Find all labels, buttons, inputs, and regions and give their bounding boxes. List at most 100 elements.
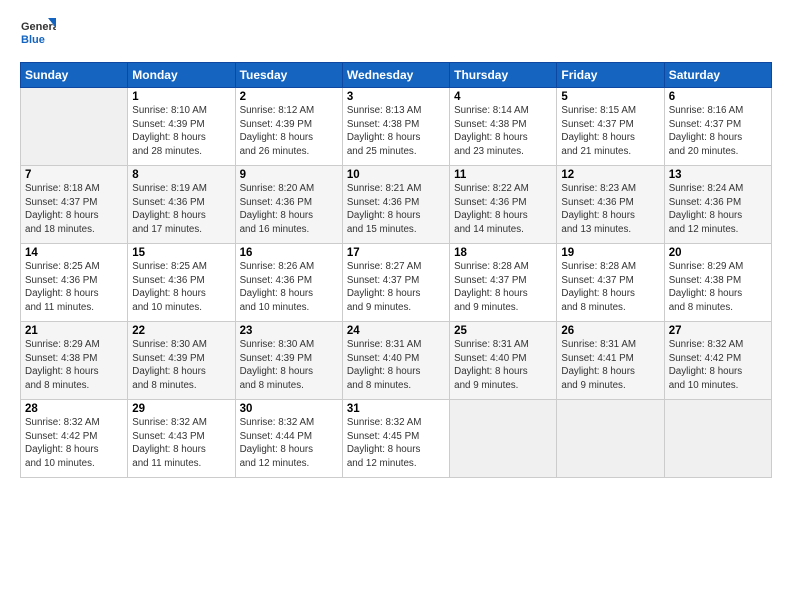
calendar-cell: 12Sunrise: 8:23 AMSunset: 4:36 PMDayligh… — [557, 166, 664, 244]
day-number: 23 — [240, 325, 338, 337]
day-info: Sunrise: 8:30 AMSunset: 4:39 PMDaylight:… — [132, 338, 230, 393]
calendar-cell: 23Sunrise: 8:30 AMSunset: 4:39 PMDayligh… — [235, 322, 342, 400]
calendar-week-1: 1Sunrise: 8:10 AMSunset: 4:39 PMDaylight… — [21, 88, 772, 166]
calendar-cell: 27Sunrise: 8:32 AMSunset: 4:42 PMDayligh… — [664, 322, 771, 400]
calendar-header-row: SundayMondayTuesdayWednesdayThursdayFrid… — [21, 63, 772, 88]
day-info: Sunrise: 8:24 AMSunset: 4:36 PMDaylight:… — [669, 182, 767, 237]
calendar-cell: 1Sunrise: 8:10 AMSunset: 4:39 PMDaylight… — [128, 88, 235, 166]
calendar-cell: 20Sunrise: 8:29 AMSunset: 4:38 PMDayligh… — [664, 244, 771, 322]
day-number: 31 — [347, 403, 445, 415]
header-day-thursday: Thursday — [450, 63, 557, 88]
calendar-cell: 16Sunrise: 8:26 AMSunset: 4:36 PMDayligh… — [235, 244, 342, 322]
calendar-cell: 9Sunrise: 8:20 AMSunset: 4:36 PMDaylight… — [235, 166, 342, 244]
day-info: Sunrise: 8:12 AMSunset: 4:39 PMDaylight:… — [240, 104, 338, 159]
day-number: 2 — [240, 91, 338, 103]
day-number: 5 — [561, 91, 659, 103]
day-number: 20 — [669, 247, 767, 259]
day-number: 19 — [561, 247, 659, 259]
day-number: 7 — [25, 169, 123, 181]
day-info: Sunrise: 8:31 AMSunset: 4:41 PMDaylight:… — [561, 338, 659, 393]
header: General Blue — [20, 16, 772, 52]
header-day-wednesday: Wednesday — [342, 63, 449, 88]
day-number: 21 — [25, 325, 123, 337]
day-number: 12 — [561, 169, 659, 181]
day-number: 9 — [240, 169, 338, 181]
day-info: Sunrise: 8:27 AMSunset: 4:37 PMDaylight:… — [347, 260, 445, 315]
day-info: Sunrise: 8:14 AMSunset: 4:38 PMDaylight:… — [454, 104, 552, 159]
calendar-week-3: 14Sunrise: 8:25 AMSunset: 4:36 PMDayligh… — [21, 244, 772, 322]
day-info: Sunrise: 8:31 AMSunset: 4:40 PMDaylight:… — [347, 338, 445, 393]
calendar-cell: 4Sunrise: 8:14 AMSunset: 4:38 PMDaylight… — [450, 88, 557, 166]
day-number: 28 — [25, 403, 123, 415]
calendar-cell: 10Sunrise: 8:21 AMSunset: 4:36 PMDayligh… — [342, 166, 449, 244]
day-number: 17 — [347, 247, 445, 259]
day-info: Sunrise: 8:25 AMSunset: 4:36 PMDaylight:… — [25, 260, 123, 315]
calendar-cell: 14Sunrise: 8:25 AMSunset: 4:36 PMDayligh… — [21, 244, 128, 322]
header-day-sunday: Sunday — [21, 63, 128, 88]
calendar-week-2: 7Sunrise: 8:18 AMSunset: 4:37 PMDaylight… — [21, 166, 772, 244]
calendar-cell: 17Sunrise: 8:27 AMSunset: 4:37 PMDayligh… — [342, 244, 449, 322]
calendar-cell: 18Sunrise: 8:28 AMSunset: 4:37 PMDayligh… — [450, 244, 557, 322]
day-info: Sunrise: 8:32 AMSunset: 4:44 PMDaylight:… — [240, 416, 338, 471]
day-info: Sunrise: 8:19 AMSunset: 4:36 PMDaylight:… — [132, 182, 230, 237]
day-info: Sunrise: 8:16 AMSunset: 4:37 PMDaylight:… — [669, 104, 767, 159]
day-info: Sunrise: 8:25 AMSunset: 4:36 PMDaylight:… — [132, 260, 230, 315]
day-info: Sunrise: 8:28 AMSunset: 4:37 PMDaylight:… — [454, 260, 552, 315]
day-number: 27 — [669, 325, 767, 337]
calendar-week-5: 28Sunrise: 8:32 AMSunset: 4:42 PMDayligh… — [21, 400, 772, 478]
day-info: Sunrise: 8:28 AMSunset: 4:37 PMDaylight:… — [561, 260, 659, 315]
day-info: Sunrise: 8:32 AMSunset: 4:42 PMDaylight:… — [669, 338, 767, 393]
day-number: 18 — [454, 247, 552, 259]
calendar-cell: 13Sunrise: 8:24 AMSunset: 4:36 PMDayligh… — [664, 166, 771, 244]
day-info: Sunrise: 8:26 AMSunset: 4:36 PMDaylight:… — [240, 260, 338, 315]
day-number: 1 — [132, 91, 230, 103]
day-info: Sunrise: 8:23 AMSunset: 4:36 PMDaylight:… — [561, 182, 659, 237]
header-day-monday: Monday — [128, 63, 235, 88]
day-info: Sunrise: 8:22 AMSunset: 4:36 PMDaylight:… — [454, 182, 552, 237]
calendar-cell: 31Sunrise: 8:32 AMSunset: 4:45 PMDayligh… — [342, 400, 449, 478]
svg-text:Blue: Blue — [21, 34, 45, 46]
day-number: 4 — [454, 91, 552, 103]
day-info: Sunrise: 8:32 AMSunset: 4:43 PMDaylight:… — [132, 416, 230, 471]
day-number: 30 — [240, 403, 338, 415]
day-number: 25 — [454, 325, 552, 337]
day-info: Sunrise: 8:32 AMSunset: 4:42 PMDaylight:… — [25, 416, 123, 471]
page: General Blue SundayMondayTuesdayWednesda… — [0, 0, 792, 612]
calendar-cell: 22Sunrise: 8:30 AMSunset: 4:39 PMDayligh… — [128, 322, 235, 400]
day-number: 24 — [347, 325, 445, 337]
day-info: Sunrise: 8:29 AMSunset: 4:38 PMDaylight:… — [669, 260, 767, 315]
day-number: 29 — [132, 403, 230, 415]
calendar-cell: 11Sunrise: 8:22 AMSunset: 4:36 PMDayligh… — [450, 166, 557, 244]
calendar-cell: 8Sunrise: 8:19 AMSunset: 4:36 PMDaylight… — [128, 166, 235, 244]
day-number: 26 — [561, 325, 659, 337]
calendar-cell: 26Sunrise: 8:31 AMSunset: 4:41 PMDayligh… — [557, 322, 664, 400]
day-number: 13 — [669, 169, 767, 181]
calendar-cell: 25Sunrise: 8:31 AMSunset: 4:40 PMDayligh… — [450, 322, 557, 400]
logo: General Blue — [20, 16, 56, 52]
calendar-week-4: 21Sunrise: 8:29 AMSunset: 4:38 PMDayligh… — [21, 322, 772, 400]
svg-text:General: General — [21, 21, 56, 33]
day-number: 14 — [25, 247, 123, 259]
day-info: Sunrise: 8:10 AMSunset: 4:39 PMDaylight:… — [132, 104, 230, 159]
day-info: Sunrise: 8:18 AMSunset: 4:37 PMDaylight:… — [25, 182, 123, 237]
day-info: Sunrise: 8:21 AMSunset: 4:36 PMDaylight:… — [347, 182, 445, 237]
day-number: 16 — [240, 247, 338, 259]
header-day-friday: Friday — [557, 63, 664, 88]
calendar-cell: 19Sunrise: 8:28 AMSunset: 4:37 PMDayligh… — [557, 244, 664, 322]
calendar-cell — [21, 88, 128, 166]
day-info: Sunrise: 8:30 AMSunset: 4:39 PMDaylight:… — [240, 338, 338, 393]
calendar-cell: 3Sunrise: 8:13 AMSunset: 4:38 PMDaylight… — [342, 88, 449, 166]
calendar-cell: 2Sunrise: 8:12 AMSunset: 4:39 PMDaylight… — [235, 88, 342, 166]
calendar-cell: 7Sunrise: 8:18 AMSunset: 4:37 PMDaylight… — [21, 166, 128, 244]
header-day-tuesday: Tuesday — [235, 63, 342, 88]
day-number: 10 — [347, 169, 445, 181]
day-info: Sunrise: 8:29 AMSunset: 4:38 PMDaylight:… — [25, 338, 123, 393]
day-number: 15 — [132, 247, 230, 259]
calendar-cell: 5Sunrise: 8:15 AMSunset: 4:37 PMDaylight… — [557, 88, 664, 166]
calendar-cell: 28Sunrise: 8:32 AMSunset: 4:42 PMDayligh… — [21, 400, 128, 478]
day-info: Sunrise: 8:20 AMSunset: 4:36 PMDaylight:… — [240, 182, 338, 237]
calendar-cell: 29Sunrise: 8:32 AMSunset: 4:43 PMDayligh… — [128, 400, 235, 478]
day-info: Sunrise: 8:32 AMSunset: 4:45 PMDaylight:… — [347, 416, 445, 471]
day-number: 8 — [132, 169, 230, 181]
day-number: 22 — [132, 325, 230, 337]
